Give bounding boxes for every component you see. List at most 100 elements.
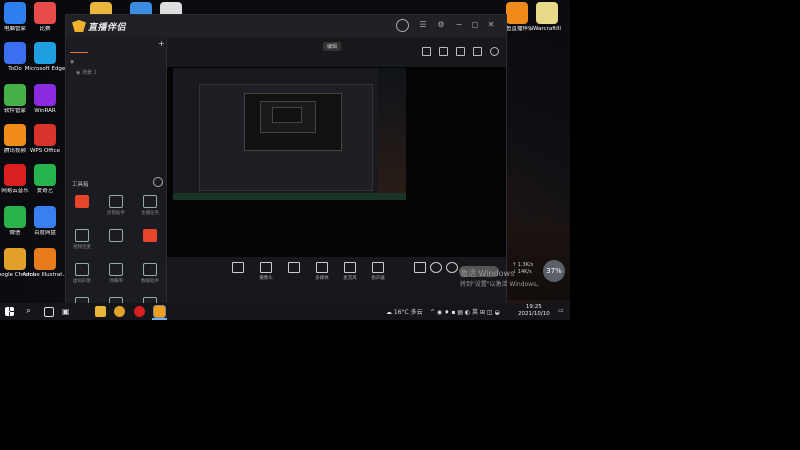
netease-taskbar-icon[interactable]: [134, 306, 145, 317]
toolbox-item[interactable]: 视频连麦: [68, 229, 96, 250]
illustrator-icon: [34, 248, 56, 270]
share-icon[interactable]: [490, 47, 499, 56]
desktop-icon-label: WPS Office: [29, 148, 61, 154]
source-button[interactable]: 多媒体: [309, 262, 335, 281]
source-toolbar: 摄像头 多媒体 麦克风 扬声器: [167, 259, 506, 305]
baidu-netdisk-icon: [34, 206, 56, 228]
desktop: 电脑管家 比赛 ToDo Microsoft Edge 软件管家 WinRAR 腾讯视频 WP…: [0, 0, 570, 320]
window-icon[interactable]: [473, 47, 482, 56]
toolbox-item-label: 虚拟形象: [73, 279, 91, 284]
toolbox-item[interactable]: [102, 229, 130, 244]
left-panel: + ◉ ◉ 场景 1 工具箱 房管助手主播任务视频连麦虚拟形象弹幕库数据助手 ◆: [66, 37, 167, 320]
add-scene-icon[interactable]: +: [158, 39, 165, 48]
desktop-icon[interactable]: Microsoft Edge: [22, 42, 68, 73]
toolbox-item[interactable]: 房管助手: [102, 195, 130, 216]
eye-icon: ◉: [70, 59, 75, 65]
source-button[interactable]: 麦克风: [337, 262, 363, 281]
toolbox-item[interactable]: [136, 229, 164, 244]
menu-icon[interactable]: ☰: [418, 20, 428, 30]
watermark-line-2: 转到"设置"以激活 Windows。: [460, 281, 543, 288]
phone-cast-icon: [288, 262, 300, 273]
active-app-indicator: [152, 318, 167, 320]
scene-row-1[interactable]: ◉ 场景 1: [76, 69, 97, 76]
source-button-label: 麦克风: [343, 276, 357, 281]
record-icon[interactable]: [422, 47, 431, 56]
lock-icon[interactable]: [439, 47, 448, 56]
toolbox-item[interactable]: 主播任务: [136, 195, 164, 216]
close-icon[interactable]: ✕: [486, 20, 496, 30]
source-button[interactable]: [225, 262, 251, 275]
source-button-label: 多媒体: [315, 276, 329, 281]
toolbox-item-label: 视频连麦: [73, 245, 91, 250]
net-speed-ball[interactable]: 37%: [543, 260, 565, 282]
user-avatar-icon[interactable]: [396, 19, 409, 32]
app-title-bar: 直播伴侣 ☰ ⚙ − ◻ ✕: [66, 15, 506, 37]
task-view-icon[interactable]: [44, 307, 54, 317]
toolbox-item[interactable]: 数据助手: [136, 263, 164, 284]
desktop-icon[interactable]: Adobe Illustrat...: [22, 248, 68, 279]
source-button[interactable]: 摄像头: [253, 262, 279, 281]
minimize-icon[interactable]: −: [454, 20, 464, 30]
layout-icon[interactable]: [456, 47, 465, 56]
clock-date: 2021/10/10: [518, 311, 550, 317]
warcraft-file-icon: [536, 2, 558, 24]
captured-app-window: [199, 84, 373, 191]
desktop-icon-label: WinRAR: [34, 108, 56, 114]
live-companion-taskbar-icon[interactable]: [153, 305, 166, 318]
source-button[interactable]: 扬声器: [365, 262, 391, 281]
speaker-icon: [372, 262, 384, 273]
toolbox-item[interactable]: 弹幕库: [102, 263, 130, 284]
tray-icons[interactable]: ^ ◉ ♦ ▪ ▤ ◐ 英 ⊞ ◫ ◒: [430, 307, 500, 316]
toolbox-item[interactable]: 虚拟形象: [68, 263, 96, 284]
task-icon: [143, 195, 157, 208]
clock[interactable]: 19:25 2021/10/10: [518, 304, 550, 318]
weather-widget[interactable]: ☁ 16°C 多云: [386, 307, 423, 316]
search-icon[interactable]: ⌕: [26, 306, 37, 317]
edit-title-button[interactable]: 编辑: [323, 42, 342, 51]
desktop-icon-label: WarcraftIII: [532, 26, 562, 32]
desktop-icon-label: Microsoft Edge: [24, 66, 66, 72]
desktop-icon-label: 比赛: [39, 26, 51, 32]
scene-row-header[interactable]: ◉: [70, 59, 74, 65]
webcam-icon: [260, 262, 272, 273]
desktop-icon[interactable]: WarcraftIII: [524, 2, 570, 33]
microphone-icon: [344, 262, 356, 273]
live-companion-window: 直播伴侣 ☰ ⚙ − ◻ ✕ + ◉ ◉ 场景 1 工具箱 房管助手 主播任务 视频…: [65, 14, 507, 320]
widgets-icon[interactable]: ▣: [62, 306, 73, 317]
stream-preview[interactable]: [167, 67, 506, 257]
clock-time: 19:25: [525, 304, 542, 310]
toolbox-item-label: 数据助手: [141, 279, 159, 284]
desktop-icon[interactable]: WPS Office: [22, 124, 68, 155]
notification-icon[interactable]: ▭: [558, 307, 564, 314]
hot-tool-icon: [143, 229, 157, 242]
active-tab-underline: [70, 52, 88, 53]
data-icon: [143, 263, 157, 276]
app-name: 直播伴侣: [88, 23, 127, 33]
desktop-icon[interactable]: WinRAR: [22, 84, 68, 115]
iqiyi-icon: [34, 164, 56, 186]
chrome-taskbar-icon[interactable]: [114, 306, 125, 317]
toolbox-item[interactable]: [68, 195, 96, 210]
restore-icon[interactable]: ◻: [470, 20, 480, 30]
scene-label: 场景 1: [81, 70, 97, 76]
source-button[interactable]: [281, 262, 307, 275]
desktop-icon-label: Adobe Illustrat...: [22, 272, 68, 278]
toolbox-settings-icon[interactable]: [153, 177, 163, 187]
download-speed: 14K/s: [517, 269, 532, 275]
desktop-icon-label: 爱奇艺: [36, 188, 54, 194]
start-icon[interactable]: [5, 307, 14, 316]
game-icon: [34, 2, 56, 24]
admin-icon: [109, 195, 123, 208]
captured-screen: [173, 68, 406, 200]
settings-icon[interactable]: ⚙: [436, 20, 446, 30]
desktop-icon[interactable]: 爱奇艺: [22, 164, 68, 195]
source-button-label: 扬声器: [371, 276, 385, 281]
captured-wallpaper: [378, 68, 406, 200]
file-explorer-icon[interactable]: [95, 306, 106, 317]
media-icon: [316, 262, 328, 273]
desktop-icon[interactable]: 百度网盘: [22, 206, 68, 237]
desktop-icon-label: 百度网盘: [33, 230, 56, 236]
upload-speed: 1.3K/s: [517, 262, 534, 268]
desktop-icon[interactable]: 比赛: [22, 2, 68, 33]
wps-icon: [34, 124, 56, 146]
